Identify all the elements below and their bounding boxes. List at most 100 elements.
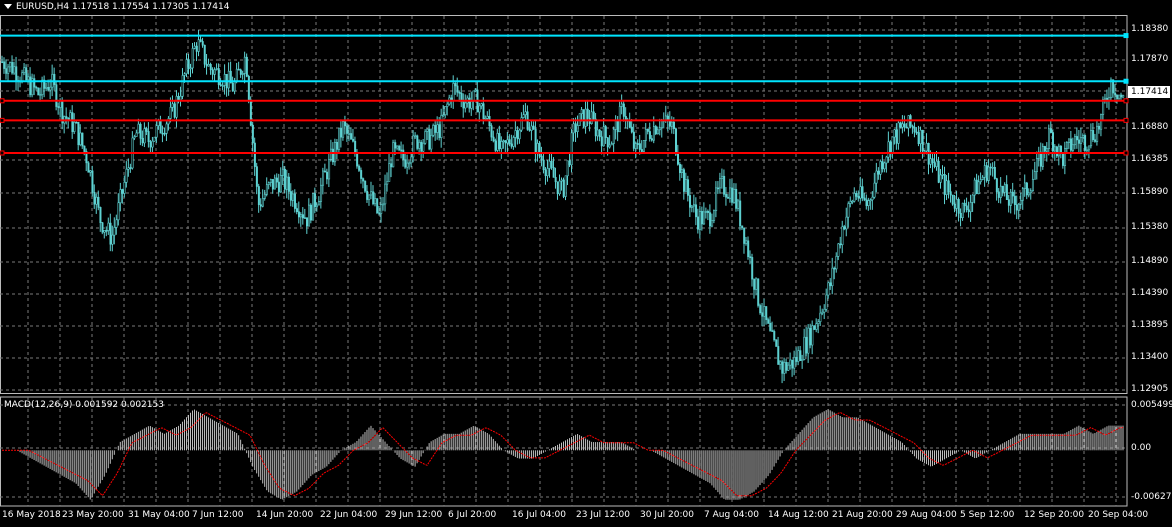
candle-body <box>308 204 311 227</box>
price-tick-label: 1.12905 <box>1131 384 1169 394</box>
price-tick-label: 1.16880 <box>1131 122 1169 132</box>
candle-body <box>464 102 467 109</box>
candle-body <box>835 256 838 270</box>
candle-body <box>705 210 708 213</box>
candle-body <box>205 63 208 67</box>
candle-body <box>831 267 834 287</box>
candle-body <box>494 140 497 151</box>
candle-body <box>302 214 305 219</box>
candle-body <box>235 68 238 83</box>
candle-body <box>763 306 766 317</box>
candle-body <box>368 194 371 200</box>
candle-body <box>125 168 128 183</box>
candle-body <box>141 137 144 144</box>
candle-body <box>287 176 290 192</box>
candle-body <box>654 126 657 135</box>
time-tick-label: 14 Jun 20:00 <box>256 510 314 520</box>
candle-body <box>233 81 236 92</box>
candle-body <box>941 174 944 176</box>
candle-body <box>382 203 385 206</box>
candle-body <box>556 181 559 195</box>
candle-body <box>823 308 826 313</box>
time-tick-label: 22 Jun 04:00 <box>320 510 378 520</box>
candle-body <box>111 234 114 245</box>
candle-body <box>1019 199 1022 205</box>
candle-body <box>470 101 473 109</box>
candle-body <box>981 176 984 180</box>
candle-body <box>420 141 423 152</box>
candle-body <box>550 160 553 168</box>
candle-body <box>77 121 80 146</box>
candle-body <box>562 179 565 197</box>
current-price-badge: 1.17414 <box>1128 86 1170 98</box>
candle-body <box>929 158 932 165</box>
candle-body <box>1072 144 1075 151</box>
candle-body <box>261 198 264 207</box>
candle-body <box>897 122 900 144</box>
candle-body <box>614 120 617 130</box>
candle-body <box>1082 135 1085 138</box>
time-tick-label: 29 Jun 12:00 <box>385 510 443 520</box>
candle-body <box>889 141 892 154</box>
candle-body <box>989 166 992 169</box>
candle-body <box>430 134 433 150</box>
candle-body <box>895 129 898 144</box>
candle-body <box>191 48 194 69</box>
candle-body <box>685 179 688 192</box>
candle-body <box>951 194 954 205</box>
candle-body <box>558 180 561 195</box>
candle-body <box>1043 146 1046 152</box>
candle-body <box>743 227 746 244</box>
candle-body <box>358 165 361 171</box>
candle-body <box>127 167 130 170</box>
time-tick-label: 21 Aug 20:00 <box>832 510 893 520</box>
candle-body <box>945 180 948 195</box>
candle-body <box>1013 195 1016 205</box>
candle-body <box>324 170 327 173</box>
candle-body <box>7 66 10 74</box>
candle-body <box>342 121 345 138</box>
candle-body <box>13 66 16 74</box>
candle-body <box>859 186 862 199</box>
candle-body <box>478 105 481 113</box>
candle-body <box>322 170 325 186</box>
candle-body <box>648 131 651 139</box>
candle-body <box>133 136 136 139</box>
candle-body <box>813 325 816 330</box>
candle-body <box>741 225 744 229</box>
candle-body <box>436 124 439 133</box>
candle-body <box>1001 185 1004 193</box>
candle-body <box>1104 97 1107 100</box>
candle-body <box>751 257 754 280</box>
candle-body <box>500 141 503 150</box>
candle-body <box>843 226 846 230</box>
candle-body <box>518 129 521 140</box>
candle-body <box>672 121 675 130</box>
candle-body <box>536 143 539 154</box>
candle-body <box>612 129 615 144</box>
trading-chart[interactable]: EURUSD,H4 1.17518 1.17554 1.17305 1.1741… <box>0 0 1172 527</box>
candle-body <box>91 170 94 193</box>
candle-body <box>1066 142 1069 149</box>
chart-canvas[interactable] <box>0 0 1172 527</box>
candle-body <box>783 362 786 374</box>
candle-body <box>943 174 946 195</box>
candle-body <box>604 126 607 139</box>
candle-body <box>1092 130 1095 141</box>
price-tick-label: 1.15890 <box>1131 187 1169 197</box>
candle-body <box>243 56 246 74</box>
candle-body <box>332 148 335 163</box>
triangle-down-icon[interactable] <box>4 4 12 9</box>
candle-body <box>516 130 519 140</box>
candle-body <box>771 330 774 332</box>
time-tick-label: 7 Aug 04:00 <box>704 510 759 520</box>
candle-body <box>893 129 896 138</box>
candle-body <box>89 170 92 173</box>
candle-body <box>506 139 509 144</box>
candle-body <box>1029 190 1032 194</box>
candle-body <box>360 170 363 179</box>
candle-body <box>867 200 870 206</box>
level-anchor-right <box>1123 150 1129 156</box>
candle-body <box>189 67 192 70</box>
candle-body <box>1076 136 1079 141</box>
